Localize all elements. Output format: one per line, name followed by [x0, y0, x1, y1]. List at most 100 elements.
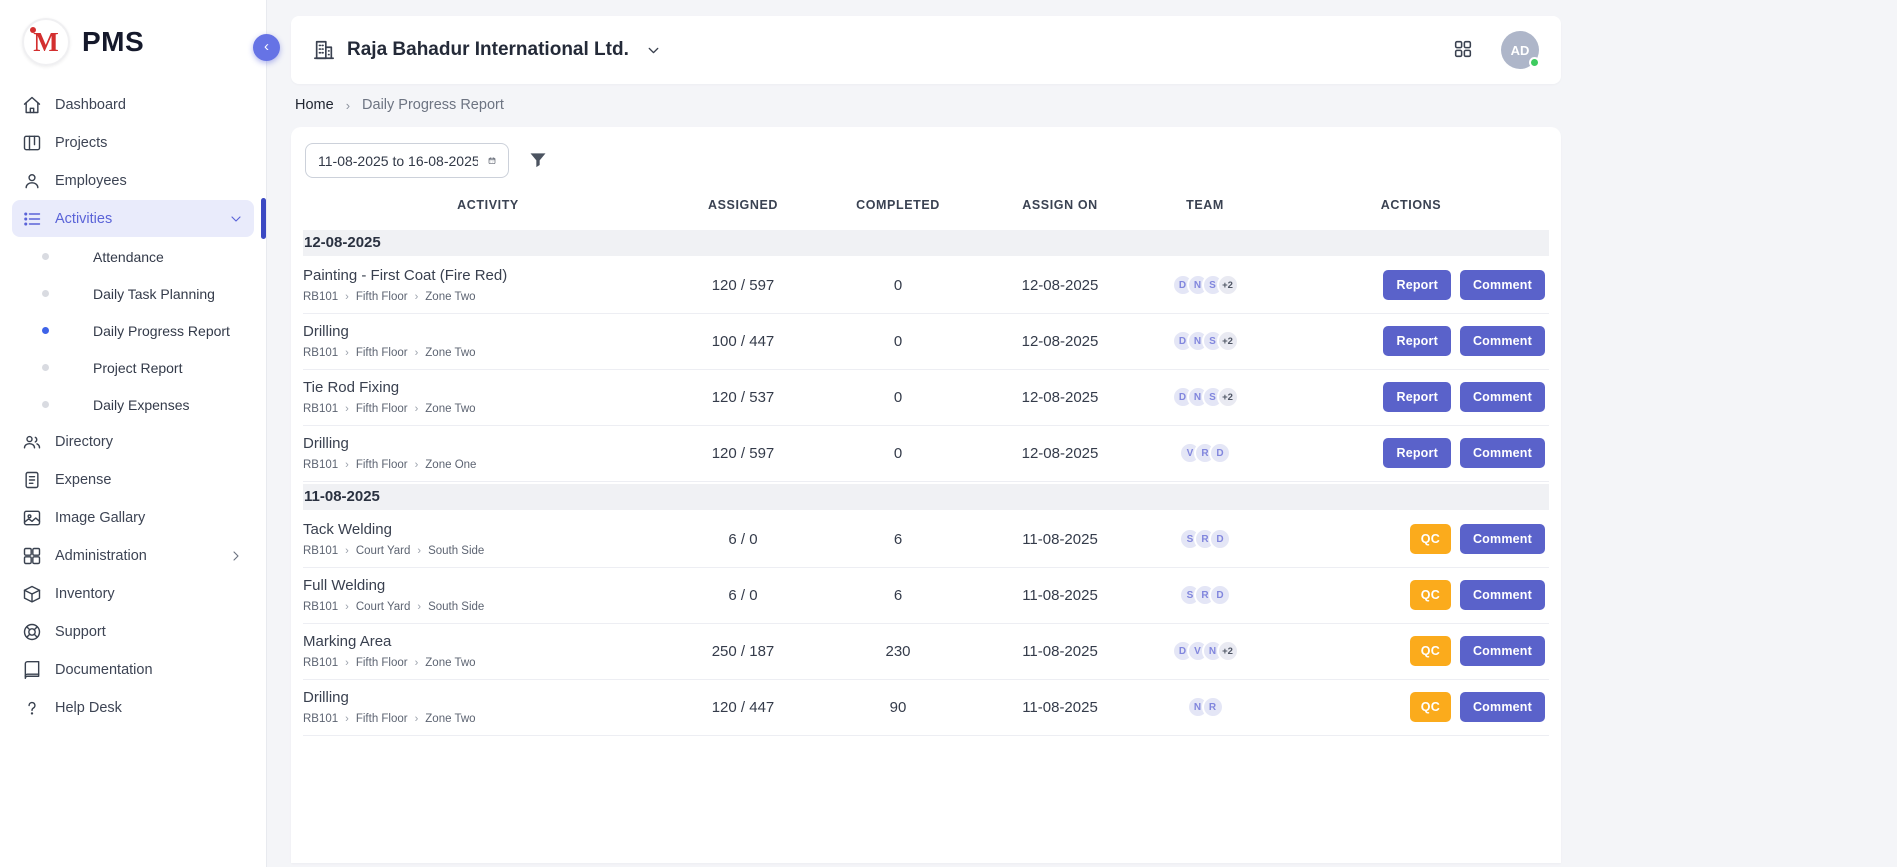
- chevron-right-icon: ›: [346, 98, 350, 113]
- sidebar-subitem-daily-expenses[interactable]: Daily Expenses: [12, 386, 254, 423]
- completed-value: 90: [813, 699, 983, 716]
- assigned-value: 100 / 447: [673, 333, 813, 350]
- assigned-value: 120 / 537: [673, 389, 813, 406]
- sidebar-item-label: Expense: [55, 472, 244, 488]
- row-actions: QC Comment: [1273, 636, 1549, 666]
- sidebar-item-directory[interactable]: Directory: [12, 423, 254, 460]
- team-member-badge[interactable]: D: [1209, 584, 1231, 606]
- sidebar-item-label: Inventory: [55, 586, 244, 602]
- comment-button[interactable]: Comment: [1460, 326, 1545, 356]
- path-segment: RB101: [303, 403, 338, 415]
- company-selector[interactable]: Raja Bahadur International Ltd.: [313, 39, 662, 61]
- sidebar-subitem-daily-task-planning[interactable]: Daily Task Planning: [12, 275, 254, 312]
- table-row: Marking Area RB101›Fifth Floor›Zone Two …: [303, 624, 1549, 680]
- sidebar-item-help-desk[interactable]: Help Desk: [12, 689, 254, 726]
- chevron-right-icon: ›: [345, 545, 349, 557]
- table-row: Drilling RB101›Fifth Floor›Zone Two 100 …: [303, 314, 1549, 370]
- bullet-dot-icon: [42, 327, 49, 334]
- path-segment: Court Yard: [356, 545, 411, 557]
- report-button[interactable]: Report: [1383, 326, 1450, 356]
- path-segment: Fifth Floor: [356, 459, 408, 471]
- sidebar-collapse-button[interactable]: ‹: [253, 34, 280, 61]
- assign-on-date: 11-08-2025: [983, 587, 1137, 604]
- column-header-assigned: ASSIGNED: [673, 198, 813, 212]
- sidebar-subitem-attendance[interactable]: Attendance: [12, 238, 254, 275]
- path-segment: Fifth Floor: [356, 657, 408, 669]
- sidebar-item-inventory[interactable]: Inventory: [12, 575, 254, 612]
- comment-button[interactable]: Comment: [1460, 270, 1545, 300]
- table-header: ACTIVITY ASSIGNED COMPLETED ASSIGN ON TE…: [303, 182, 1549, 228]
- sidebar-item-projects[interactable]: Projects: [12, 124, 254, 161]
- online-status-dot: [1529, 57, 1540, 68]
- breadcrumb-home-link[interactable]: Home: [295, 97, 334, 113]
- sidebar-item-image-gallary[interactable]: Image Gallary: [12, 499, 254, 536]
- assigned-value: 6 / 0: [673, 531, 813, 548]
- table-row: Drilling RB101›Fifth Floor›Zone One 120 …: [303, 426, 1549, 482]
- team-avatars: DNS+2: [1137, 274, 1273, 296]
- team-extra-badge[interactable]: +2: [1217, 274, 1239, 296]
- report-button[interactable]: Report: [1383, 270, 1450, 300]
- team-member-badge[interactable]: D: [1209, 442, 1231, 464]
- table-row: Full Welding RB101›Court Yard›South Side…: [303, 568, 1549, 624]
- row-actions: Report Comment: [1273, 438, 1549, 468]
- gallery-icon: [22, 508, 42, 528]
- team-extra-badge[interactable]: +2: [1217, 640, 1239, 662]
- comment-button[interactable]: Comment: [1460, 580, 1545, 610]
- activity-title: Marking Area: [303, 633, 673, 650]
- team-extra-badge[interactable]: +2: [1217, 386, 1239, 408]
- assigned-value: 6 / 0: [673, 587, 813, 604]
- sidebar-item-label: Activities: [55, 211, 215, 227]
- path-segment: RB101: [303, 713, 338, 725]
- filter-funnel-icon[interactable]: [527, 150, 549, 172]
- sidebar-item-documentation[interactable]: Documentation: [12, 651, 254, 688]
- report-button[interactable]: Report: [1383, 438, 1450, 468]
- building-icon: [313, 39, 335, 61]
- table-row: Drilling RB101›Fifth Floor›Zone Two 120 …: [303, 680, 1549, 736]
- brand: M PMS: [0, 0, 266, 80]
- breadcrumb-current: Daily Progress Report: [362, 97, 504, 113]
- sidebar-subitem-daily-progress-report[interactable]: Daily Progress Report: [12, 312, 254, 349]
- activity-title: Tie Rod Fixing: [303, 379, 673, 396]
- date-range-picker[interactable]: [305, 143, 509, 178]
- calendar-icon: [488, 152, 496, 169]
- assign-on-date: 11-08-2025: [983, 699, 1137, 716]
- completed-value: 230: [813, 643, 983, 660]
- sidebar-item-support[interactable]: Support: [12, 613, 254, 650]
- path-segment: RB101: [303, 459, 338, 471]
- team-member-badge[interactable]: R: [1202, 696, 1224, 718]
- sidebar-subitem-label: Daily Progress Report: [93, 323, 230, 339]
- administration-icon: [22, 546, 42, 566]
- user-avatar[interactable]: AD: [1501, 31, 1539, 69]
- apps-grid-icon[interactable]: [1451, 38, 1475, 62]
- chevron-right-icon: ›: [417, 601, 421, 613]
- qc-button[interactable]: QC: [1410, 636, 1451, 666]
- completed-value: 0: [813, 445, 983, 462]
- chevron-right-icon: ›: [415, 657, 419, 669]
- team-member-badge[interactable]: D: [1209, 528, 1231, 550]
- date-range-input[interactable]: [318, 153, 478, 169]
- path-segment: Fifth Floor: [356, 291, 408, 303]
- comment-button[interactable]: Comment: [1460, 636, 1545, 666]
- comment-button[interactable]: Comment: [1460, 524, 1545, 554]
- qc-button[interactable]: QC: [1410, 524, 1451, 554]
- report-button[interactable]: Report: [1383, 382, 1450, 412]
- sidebar-item-employees[interactable]: Employees: [12, 162, 254, 199]
- sidebar-subitem-project-report[interactable]: Project Report: [12, 349, 254, 386]
- path-segment: RB101: [303, 347, 338, 359]
- comment-button[interactable]: Comment: [1460, 438, 1545, 468]
- support-icon: [22, 622, 42, 642]
- assigned-value: 120 / 447: [673, 699, 813, 716]
- sidebar-item-dashboard[interactable]: Dashboard: [12, 86, 254, 123]
- sidebar-item-administration[interactable]: Administration: [12, 537, 254, 574]
- chevron-right-icon: ›: [415, 713, 419, 725]
- qc-button[interactable]: QC: [1410, 692, 1451, 722]
- qc-button[interactable]: QC: [1410, 580, 1451, 610]
- activity-location-path: RB101›Court Yard›South Side: [303, 601, 673, 613]
- column-header-completed: COMPLETED: [813, 198, 983, 212]
- sidebar-item-activities[interactable]: Activities: [12, 200, 254, 237]
- team-extra-badge[interactable]: +2: [1217, 330, 1239, 352]
- sidebar-item-expense[interactable]: Expense: [12, 461, 254, 498]
- comment-button[interactable]: Comment: [1460, 382, 1545, 412]
- comment-button[interactable]: Comment: [1460, 692, 1545, 722]
- chevron-right-icon: ›: [417, 545, 421, 557]
